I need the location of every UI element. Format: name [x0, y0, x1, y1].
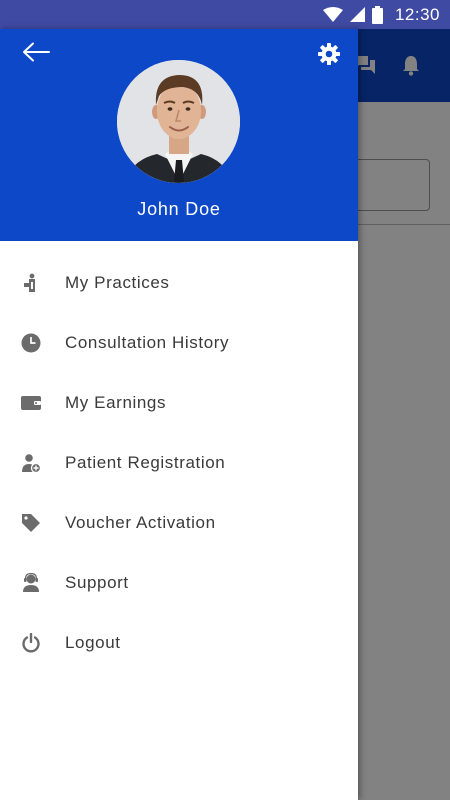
menu-item-consultation-history[interactable]: Consultation History [0, 313, 358, 373]
menu-item-patient-registration[interactable]: Patient Registration [0, 433, 358, 493]
gear-icon [318, 42, 340, 70]
menu-item-voucher-activation[interactable]: Voucher Activation [0, 493, 358, 553]
menu-item-my-earnings[interactable]: My Earnings [0, 373, 358, 433]
drawer-header: John Doe [0, 29, 358, 241]
status-icons: 12:30 [322, 0, 440, 29]
settings-button[interactable] [316, 42, 342, 70]
support-agent-icon [20, 572, 42, 594]
status-bar: 12:30 [0, 0, 450, 29]
menu-item-label: Logout [65, 633, 121, 652]
clock-icon [20, 332, 42, 354]
drawer-menu: My Practices Consultation History My Ear… [0, 253, 358, 673]
navigation-drawer: John Doe My Practices Consultation Histo… [0, 29, 358, 800]
menu-item-logout[interactable]: Logout [0, 613, 358, 673]
add-person-icon [20, 452, 42, 474]
signal-icon [349, 6, 366, 23]
avatar[interactable] [117, 60, 240, 183]
tag-icon [20, 512, 42, 534]
power-icon [20, 632, 42, 654]
back-arrow-icon [22, 42, 50, 67]
menu-item-label: Consultation History [65, 333, 230, 352]
back-arrow-button[interactable] [20, 41, 52, 67]
menu-item-label: My Practices [65, 273, 170, 292]
profile-photo [117, 60, 240, 183]
menu-item-my-practices[interactable]: My Practices [0, 253, 358, 313]
status-time: 12:30 [394, 4, 440, 24]
menu-item-label: My Earnings [65, 393, 167, 412]
wifi-icon [322, 6, 343, 23]
menu-item-label: Support [65, 573, 129, 592]
menu-item-label: Patient Registration [65, 453, 226, 472]
wallet-icon [20, 392, 42, 414]
user-name: John Doe [137, 199, 221, 219]
menu-item-support[interactable]: Support [0, 553, 358, 613]
battery-icon [371, 5, 383, 24]
menu-item-label: Voucher Activation [65, 513, 216, 532]
doctor-practice-icon [20, 272, 42, 294]
